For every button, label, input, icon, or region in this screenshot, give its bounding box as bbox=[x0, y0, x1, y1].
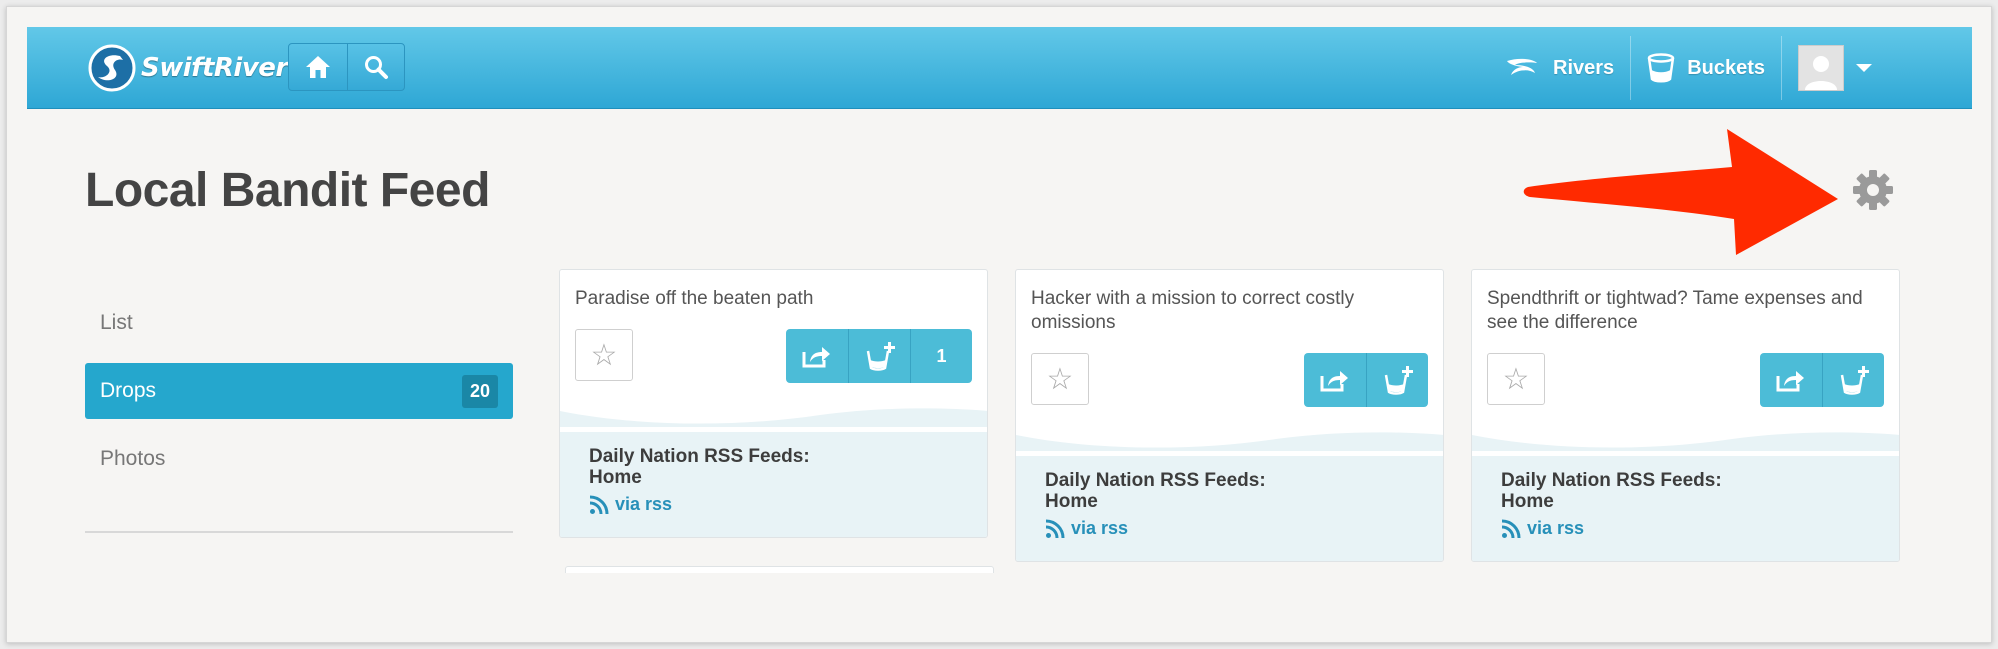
drop-button-group bbox=[1304, 353, 1428, 407]
wave-divider bbox=[1472, 432, 1899, 451]
drop-card[interactable]: Spendthrift or tightwad? Tame expenses a… bbox=[1471, 269, 1900, 562]
wave-divider bbox=[560, 408, 987, 427]
rss-icon bbox=[1045, 519, 1065, 538]
share-icon bbox=[802, 347, 830, 368]
drop-card[interactable] bbox=[565, 566, 994, 573]
star-button[interactable]: ☆ bbox=[1031, 353, 1089, 405]
bucket-add-icon bbox=[1840, 366, 1869, 395]
share-button[interactable] bbox=[1760, 353, 1822, 407]
bucket-add-icon bbox=[1384, 366, 1413, 395]
share-button[interactable] bbox=[1304, 353, 1366, 407]
drop-source-panel: Daily Nation RSS Feeds: Home via rss bbox=[1472, 456, 1899, 561]
sidebar-divider bbox=[85, 531, 513, 533]
source-name[interactable]: Daily Nation RSS Feeds: Home bbox=[1501, 470, 1869, 512]
star-button[interactable]: ☆ bbox=[575, 329, 633, 381]
sidebar-item-label: Photos bbox=[100, 447, 166, 470]
share-button[interactable] bbox=[786, 329, 848, 383]
drop-title[interactable]: Hacker with a mission to correct costly … bbox=[1016, 270, 1443, 335]
star-icon: ☆ bbox=[1046, 362, 1074, 396]
rss-icon bbox=[1501, 519, 1521, 538]
share-icon bbox=[1320, 371, 1348, 392]
add-to-bucket-button[interactable] bbox=[1366, 353, 1428, 407]
drop-title[interactable]: Spendthrift or tightwad? Tame expenses a… bbox=[1472, 270, 1899, 335]
star-button[interactable]: ☆ bbox=[1487, 353, 1545, 405]
wave-divider bbox=[1016, 432, 1443, 451]
drop-card[interactable]: Hacker with a mission to correct costly … bbox=[1015, 269, 1444, 562]
drop-source-panel: Daily Nation RSS Feeds: Home via rss bbox=[1016, 456, 1443, 561]
drop-source-panel: Daily Nation RSS Feeds: Home via rss bbox=[560, 432, 987, 537]
drop-actions: ☆ bbox=[1016, 353, 1443, 407]
app-window: SwiftRiver Rivers Buckets Local Bandit F… bbox=[6, 6, 1992, 643]
drops-count-badge: 20 bbox=[461, 374, 498, 408]
drop-actions: ☆ bbox=[1472, 353, 1899, 407]
sidebar-item-label: List bbox=[100, 311, 133, 334]
drop-title[interactable]: Paradise off the beaten path bbox=[560, 270, 987, 311]
sidebar-item-photos[interactable]: Photos bbox=[85, 431, 513, 487]
drop-card[interactable]: Paradise off the beaten path ☆ 1 Daily N… bbox=[559, 269, 988, 538]
bucket-count: 1 bbox=[910, 329, 972, 383]
sidebar: List Drops 20 Photos bbox=[85, 295, 513, 533]
via-channel[interactable]: via rss bbox=[1045, 518, 1413, 539]
star-icon: ☆ bbox=[1502, 362, 1530, 396]
rss-icon bbox=[589, 495, 609, 514]
add-to-bucket-button[interactable] bbox=[848, 329, 910, 383]
content-area: List Drops 20 Photos Paradise off the be… bbox=[7, 7, 1991, 573]
star-icon: ☆ bbox=[590, 338, 618, 372]
sidebar-item-list[interactable]: List bbox=[85, 295, 513, 351]
source-name[interactable]: Daily Nation RSS Feeds: Home bbox=[589, 446, 957, 488]
sidebar-item-label: Drops bbox=[100, 379, 157, 402]
via-channel[interactable]: via rss bbox=[589, 494, 957, 515]
drop-button-group bbox=[1760, 353, 1884, 407]
drop-button-group: 1 bbox=[786, 329, 972, 383]
add-to-bucket-button[interactable] bbox=[1822, 353, 1884, 407]
share-icon bbox=[1776, 371, 1804, 392]
via-channel[interactable]: via rss bbox=[1501, 518, 1869, 539]
sidebar-item-drops[interactable]: Drops 20 bbox=[85, 363, 513, 419]
drop-actions: ☆ bbox=[560, 329, 987, 383]
bucket-add-icon bbox=[866, 342, 895, 371]
source-name[interactable]: Daily Nation RSS Feeds: Home bbox=[1045, 470, 1413, 512]
